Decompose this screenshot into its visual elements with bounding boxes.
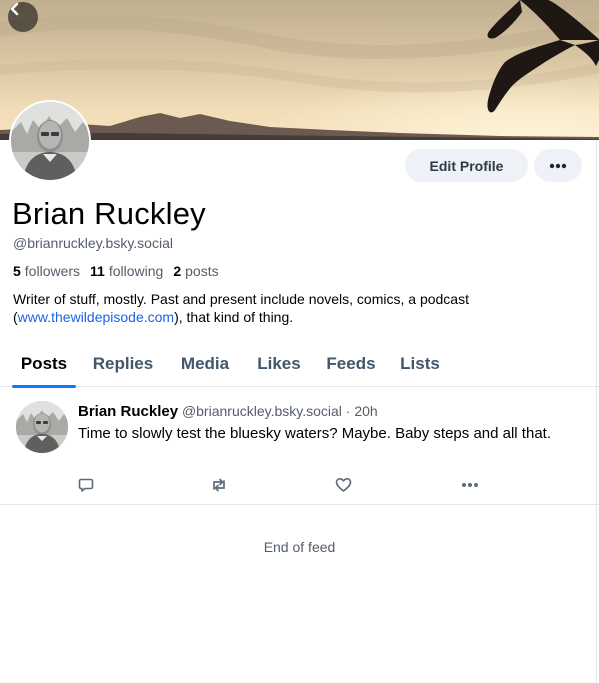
more-options-icon	[462, 483, 478, 487]
banner-image	[0, 0, 599, 140]
posts-label: posts	[185, 263, 219, 279]
edit-profile-button[interactable]: Edit Profile	[405, 149, 528, 182]
profile-tabs: Posts Replies Media Likes Feeds Lists	[0, 340, 599, 388]
following-stat[interactable]: 11 following	[90, 263, 163, 279]
tab-replies[interactable]: Replies	[86, 340, 160, 387]
tab-media[interactable]: Media	[172, 340, 238, 387]
chevron-left-icon	[10, 2, 19, 16]
tab-likes[interactable]: Likes	[252, 340, 306, 387]
like-button[interactable]	[333, 475, 353, 495]
tab-posts[interactable]: Posts	[12, 340, 76, 388]
ellipsis-icon	[549, 163, 567, 168]
back-button[interactable]	[8, 2, 38, 32]
post-actions	[0, 475, 599, 495]
display-name: Brian Ruckley	[12, 196, 206, 231]
tab-label: Replies	[92, 353, 154, 373]
avatar-image	[16, 401, 68, 453]
profile-bio: Writer of stuff, mostly. Past and presen…	[13, 290, 573, 326]
reply-button[interactable]	[76, 475, 96, 495]
post-author-name[interactable]: Brian Ruckley	[78, 403, 178, 420]
profile-avatar[interactable]	[9, 100, 91, 182]
post-more-button[interactable]	[460, 475, 480, 495]
bio-text-end: ), that kind of thing.	[174, 309, 294, 325]
posts-stat: 2 posts	[173, 263, 218, 279]
feed-post[interactable]: Brian Ruckley @brianruckley.bsky.social …	[0, 388, 599, 505]
repost-button[interactable]	[209, 475, 229, 495]
followers-stat[interactable]: 5 followers	[13, 263, 80, 279]
tab-label: Likes	[257, 353, 301, 373]
following-label: following	[108, 263, 164, 279]
like-icon	[335, 478, 351, 492]
following-count: 11	[90, 263, 105, 279]
bio-link[interactable]: www.thewildepisode.com	[18, 309, 174, 325]
posts-count: 2	[173, 263, 182, 279]
avatar-image	[11, 102, 89, 180]
profile-stats: 5 followers 11 following 2 posts	[13, 263, 219, 279]
tab-label: Feeds	[326, 353, 376, 373]
post-separator: ·	[345, 403, 351, 419]
end-of-feed: End of feed	[263, 539, 336, 555]
reply-icon	[78, 478, 94, 492]
profile-more-button[interactable]	[534, 149, 582, 182]
tab-feeds[interactable]: Feeds	[320, 340, 382, 387]
tab-label: Posts	[20, 353, 68, 373]
post-header: Brian Ruckley @brianruckley.bsky.social …	[78, 403, 378, 420]
post-text: Time to slowly test the bluesky waters? …	[78, 425, 551, 442]
tab-label: Lists	[400, 353, 440, 373]
column-divider	[596, 140, 597, 683]
repost-icon	[213, 478, 225, 492]
post-author-handle[interactable]: @brianruckley.bsky.social	[182, 403, 342, 419]
post-avatar[interactable]	[16, 401, 68, 453]
profile-banner	[0, 0, 599, 140]
followers-count: 5	[13, 263, 21, 279]
tab-label: Media	[180, 353, 230, 373]
profile-handle: @brianruckley.bsky.social	[13, 235, 173, 251]
tab-lists[interactable]: Lists	[396, 340, 444, 387]
post-timestamp[interactable]: 20h	[354, 403, 377, 419]
followers-label: followers	[24, 263, 81, 279]
